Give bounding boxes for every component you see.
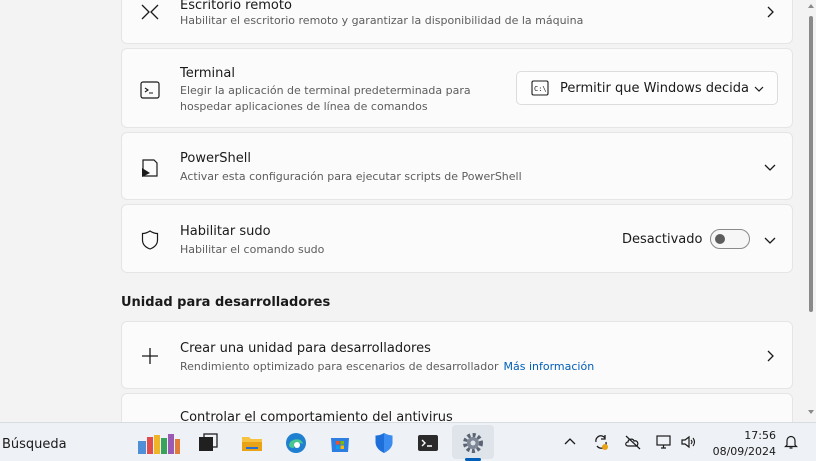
remote-desktop-card[interactable]: Escritorio remoto Habilitar el escritori… xyxy=(121,0,793,44)
taskbar-search[interactable]: Búsqueda xyxy=(2,437,67,452)
clock-date: 08/09/2024 xyxy=(712,445,776,458)
terminal-card: Terminal Elegir la aplicación de termina… xyxy=(121,48,793,128)
shield-icon xyxy=(141,230,159,250)
terminal-app-icon xyxy=(140,81,160,99)
toggle-knob xyxy=(715,234,725,244)
sudo-toggle[interactable] xyxy=(710,229,750,249)
remote-desktop-title: Escritorio remoto xyxy=(180,0,292,13)
powershell-icon xyxy=(142,159,158,177)
notification-bell-icon[interactable] xyxy=(782,433,800,451)
terminal-description-2: hospedar aplicaciones de línea de comand… xyxy=(180,100,428,113)
dev-drive-section-heading: Unidad para desarrolladores xyxy=(121,295,331,310)
books-widget-icon[interactable] xyxy=(136,431,182,455)
remote-desktop-description: Habilitar el escritorio remoto y garanti… xyxy=(180,14,584,27)
cmd-icon: C:\ xyxy=(531,80,549,96)
chevron-down-icon xyxy=(764,164,776,171)
chevron-down-icon xyxy=(754,86,764,92)
powershell-card[interactable]: PowerShell Activar esta configuración pa… xyxy=(121,132,793,200)
chevron-right-icon xyxy=(767,350,774,362)
scroll-up-icon[interactable] xyxy=(807,2,815,10)
sudo-description: Habilitar el comando sudo xyxy=(180,243,325,256)
antivirus-card[interactable]: Controlar el comportamiento del antiviru… xyxy=(121,393,793,422)
onedrive-offline-icon[interactable] xyxy=(624,433,642,451)
settings-content: Escritorio remoto Habilitar el escritori… xyxy=(0,0,806,422)
chevron-up-icon[interactable] xyxy=(561,433,579,451)
powershell-description: Activar esta configuración para ejecutar… xyxy=(180,170,522,183)
powershell-title: PowerShell xyxy=(180,151,252,166)
more-info-link[interactable]: Más información xyxy=(504,360,595,373)
defender-icon[interactable] xyxy=(372,431,396,455)
dev-drive-card[interactable]: Crear una unidad para desarrolladores Re… xyxy=(121,321,793,389)
dev-drive-description-row: Rendimiento optimizado para escenarios d… xyxy=(180,359,594,376)
chevron-down-icon xyxy=(764,237,776,244)
terminal-icon[interactable] xyxy=(416,431,440,455)
taskbar-clock[interactable]: 17:56 08/09/2024 xyxy=(700,428,776,460)
terminal-app-select[interactable]: C:\ Permitir que Windows decida xyxy=(516,71,778,105)
edge-icon[interactable] xyxy=(284,431,308,455)
plus-icon xyxy=(142,348,158,364)
scrollbar-thumb[interactable] xyxy=(809,16,813,312)
antivirus-title: Controlar el comportamiento del antiviru… xyxy=(180,410,453,422)
dev-drive-description: Rendimiento optimizado para escenarios d… xyxy=(180,360,499,373)
sudo-card[interactable]: Habilitar sudo Habilitar el comando sudo… xyxy=(121,204,793,273)
taskbar: Búsqueda 17:56 08/09/2024 xyxy=(0,422,816,461)
terminal-select-value: Permitir que Windows decida xyxy=(560,81,749,96)
network-icon[interactable] xyxy=(655,433,673,451)
volume-icon[interactable] xyxy=(680,433,698,451)
settings-icon[interactable] xyxy=(461,431,485,455)
chevron-right-icon xyxy=(767,6,774,18)
scrollbar[interactable] xyxy=(806,0,816,422)
sync-icon[interactable] xyxy=(592,433,610,451)
terminal-title: Terminal xyxy=(180,66,235,81)
sudo-toggle-label: Desactivado xyxy=(622,232,703,247)
svg-text:C:\: C:\ xyxy=(534,85,547,93)
file-explorer-icon[interactable] xyxy=(240,431,264,455)
scroll-down-icon[interactable] xyxy=(807,408,815,416)
dev-drive-title: Crear una unidad para desarrolladores xyxy=(180,341,431,356)
store-icon[interactable] xyxy=(328,431,352,455)
task-view-icon[interactable] xyxy=(196,431,220,455)
remote-desktop-icon xyxy=(141,4,159,20)
sudo-title: Habilitar sudo xyxy=(180,224,271,239)
clock-time: 17:56 xyxy=(744,429,776,442)
terminal-description-1: Elegir la aplicación de terminal predete… xyxy=(180,84,471,97)
